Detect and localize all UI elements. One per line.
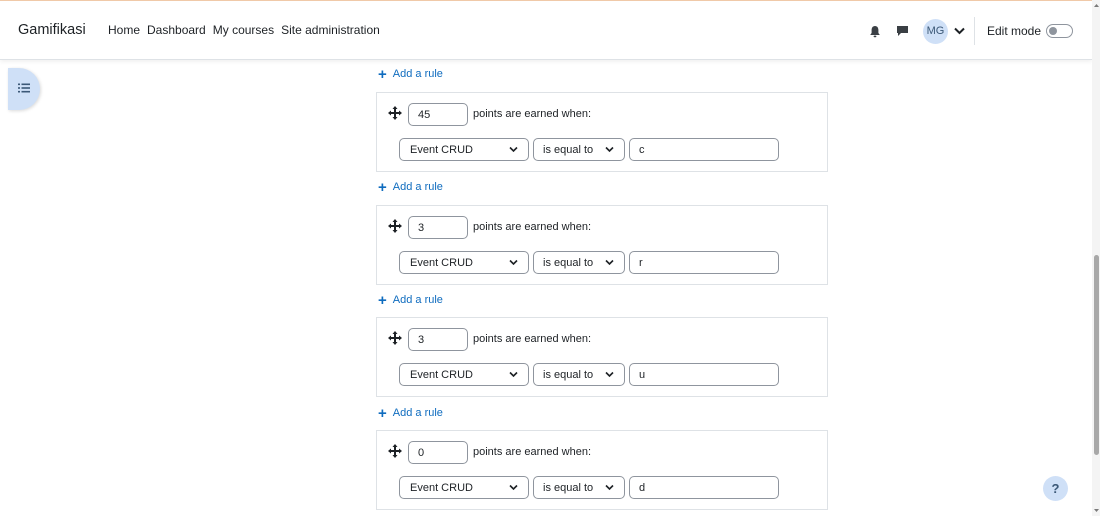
move-icon[interactable]: [388, 219, 402, 233]
value-input[interactable]: [629, 138, 779, 161]
operator-select-value: is equal to: [543, 143, 594, 156]
add-rule-link[interactable]: + Add a rule: [378, 404, 443, 422]
event-select[interactable]: Event CRUD: [399, 363, 529, 386]
add-rule-link[interactable]: + Add a rule: [378, 178, 443, 196]
points-earned-label: points are earned when:: [473, 108, 592, 120]
points-earned-label: points are earned when:: [473, 221, 592, 233]
toggle-knob: [1049, 27, 1057, 35]
chevron-down-icon: [605, 146, 614, 153]
nav-my-courses[interactable]: My courses: [213, 23, 274, 37]
value-input[interactable]: [629, 251, 779, 274]
plus-icon: +: [378, 291, 387, 309]
scroll-down-icon[interactable]: [1094, 508, 1099, 513]
chevron-down-icon: [605, 259, 614, 266]
navbar: Gamifikasi Home Dashboard My courses Sit…: [0, 0, 1092, 60]
event-select[interactable]: Event CRUD: [399, 476, 529, 499]
edit-mode-label: Edit mode: [986, 24, 1041, 38]
move-icon[interactable]: [388, 331, 402, 345]
event-select-value: Event CRUD: [410, 481, 473, 494]
points-earned-label: points are earned when:: [473, 446, 592, 458]
scrollbar-thumb[interactable]: [1094, 255, 1099, 455]
operator-select[interactable]: is equal to: [533, 251, 625, 274]
help-button[interactable]: ?: [1043, 476, 1068, 501]
course-index-drawer-button[interactable]: [8, 68, 40, 110]
value-input[interactable]: [629, 476, 779, 499]
points-input[interactable]: [408, 441, 468, 464]
event-select[interactable]: Event CRUD: [399, 251, 529, 274]
rule-card: points are earned when: Event CRUD is eq…: [376, 92, 828, 172]
navbar-right: MG Edit mode: [865, 1, 1092, 61]
nav-site-administration[interactable]: Site administration: [281, 23, 380, 37]
operator-select[interactable]: is equal to: [533, 476, 625, 499]
nav-home[interactable]: Home: [108, 23, 140, 37]
move-icon[interactable]: [388, 106, 402, 120]
operator-select[interactable]: is equal to: [533, 138, 625, 161]
chevron-down-icon: [509, 146, 518, 153]
rule-card: points are earned when: Event CRUD is eq…: [376, 430, 828, 510]
avatar[interactable]: MG: [922, 18, 948, 44]
event-select-value: Event CRUD: [410, 256, 473, 269]
bell-icon[interactable]: [865, 21, 885, 41]
chevron-down-icon: [605, 484, 614, 491]
add-rule-label: Add a rule: [392, 407, 443, 419]
plus-icon: +: [378, 178, 387, 196]
question-icon: ?: [1051, 481, 1060, 496]
points-input[interactable]: [408, 103, 468, 126]
scroll-up-icon[interactable]: [1094, 3, 1099, 8]
chevron-down-icon[interactable]: [950, 21, 970, 41]
chevron-down-icon: [509, 371, 518, 378]
list-icon: [18, 82, 30, 96]
move-icon[interactable]: [388, 444, 402, 458]
site-name[interactable]: Gamifikasi: [18, 22, 86, 38]
chat-icon[interactable]: [893, 21, 913, 41]
chevron-down-icon: [509, 484, 518, 491]
rule-card: points are earned when: Event CRUD is eq…: [376, 205, 828, 285]
chevron-down-icon: [509, 259, 518, 266]
points-input[interactable]: [408, 328, 468, 351]
event-select[interactable]: Event CRUD: [399, 138, 529, 161]
operator-select-value: is equal to: [543, 256, 594, 269]
add-rule-label: Add a rule: [392, 294, 443, 306]
add-rule-link[interactable]: + Add a rule: [378, 291, 443, 309]
points-input[interactable]: [408, 216, 468, 239]
nav-dashboard[interactable]: Dashboard: [147, 23, 206, 37]
primary-navigation: Home Dashboard My courses Site administr…: [108, 23, 380, 37]
plus-icon: +: [378, 404, 387, 422]
add-rule-label: Add a rule: [392, 68, 443, 80]
add-rule-link[interactable]: + Add a rule: [378, 65, 443, 83]
edit-mode-toggle[interactable]: [1046, 24, 1073, 38]
operator-select-value: is equal to: [543, 368, 594, 381]
divider: [973, 17, 975, 45]
operator-select[interactable]: is equal to: [533, 363, 625, 386]
operator-select-value: is equal to: [543, 481, 594, 494]
plus-icon: +: [378, 65, 387, 83]
event-select-value: Event CRUD: [410, 368, 473, 381]
add-rule-label: Add a rule: [392, 181, 443, 193]
points-earned-label: points are earned when:: [473, 333, 592, 345]
value-input[interactable]: [629, 363, 779, 386]
event-select-value: Event CRUD: [410, 143, 473, 156]
chevron-down-icon: [605, 371, 614, 378]
rule-card: points are earned when: Event CRUD is eq…: [376, 317, 828, 397]
